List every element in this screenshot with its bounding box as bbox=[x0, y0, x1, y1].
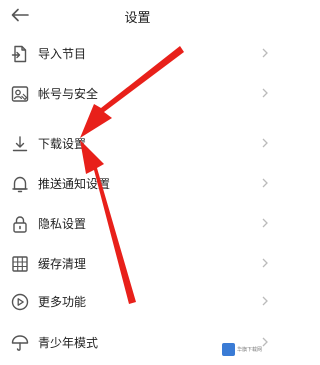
chevron-right-icon bbox=[262, 296, 268, 306]
cache-grid-icon bbox=[12, 256, 28, 272]
menu-item-label: 帐号与安全 bbox=[38, 87, 99, 101]
account-security-icon bbox=[11, 86, 29, 102]
play-circle-icon bbox=[11, 293, 29, 311]
lock-icon bbox=[13, 216, 27, 233]
chevron-right-icon bbox=[262, 48, 268, 58]
umbrella-icon bbox=[11, 335, 29, 351]
menu-item-label: 下载设置 bbox=[38, 137, 87, 151]
menu-item-label: 隐私设置 bbox=[38, 217, 87, 231]
download-icon bbox=[12, 136, 28, 152]
menu-item-cache-cleanup[interactable]: 缓存清理 bbox=[0, 244, 275, 282]
chevron-right-icon bbox=[262, 178, 268, 188]
watermark: 华旗下载网 bbox=[222, 340, 272, 362]
page-title: 设置 bbox=[124, 11, 151, 26]
menu-item-download-settings[interactable]: 下载设置 bbox=[0, 124, 275, 162]
menu-item-import[interactable]: 导入节目 bbox=[0, 34, 275, 72]
menu-item-push-notification-settings[interactable]: 推送通知设置 bbox=[0, 164, 275, 202]
chevron-right-icon bbox=[262, 138, 268, 148]
import-icon bbox=[11, 45, 27, 63]
menu-item-label: 缓存清理 bbox=[38, 257, 87, 271]
menu-item-label: 导入节目 bbox=[38, 47, 87, 61]
menu-item-label: 青少年模式 bbox=[38, 336, 99, 350]
watermark-logo bbox=[222, 343, 235, 356]
menu-item-more-features[interactable]: 更多功能 bbox=[0, 282, 275, 320]
top-bar: 设置 bbox=[0, 0, 275, 32]
chevron-right-icon bbox=[262, 258, 268, 268]
menu-item-label: 更多功能 bbox=[38, 295, 87, 309]
menu-item-account-security[interactable]: 帐号与安全 bbox=[0, 74, 275, 112]
chevron-right-icon bbox=[262, 88, 268, 98]
watermark-text: 华旗下载网 bbox=[237, 347, 263, 353]
bell-icon bbox=[12, 176, 28, 193]
chevron-right-icon bbox=[262, 218, 268, 228]
menu-item-label: 推送通知设置 bbox=[38, 177, 111, 191]
menu-item-privacy-settings[interactable]: 隐私设置 bbox=[0, 204, 275, 242]
